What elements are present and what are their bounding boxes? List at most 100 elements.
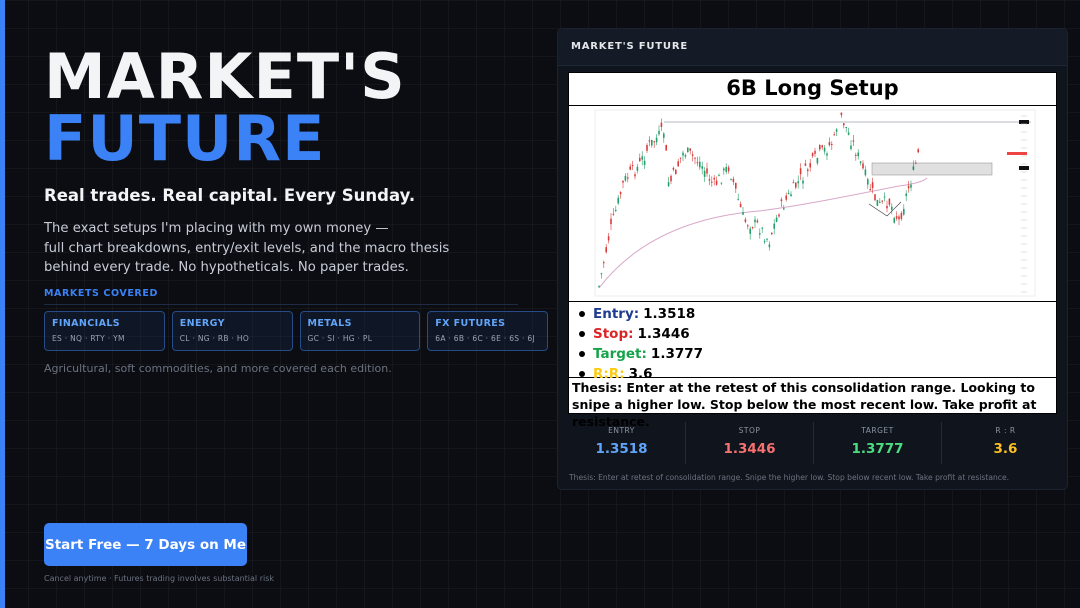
- candle-body: [651, 139, 653, 146]
- candle-body: [852, 140, 855, 142]
- candle-body: [756, 220, 759, 223]
- axis-price-tag: [1007, 152, 1027, 155]
- bullet-icon: [579, 331, 585, 337]
- candle-body: [703, 170, 706, 177]
- start-free-button[interactable]: Start Free — 7 Days on Me: [44, 523, 247, 566]
- setup-preview-panel: MARKET'S FUTURE 6B Long Setup Entry: 1.3…: [557, 28, 1068, 490]
- level-value: 1.3446: [637, 326, 690, 342]
- stat-value: 1.3777: [851, 441, 904, 457]
- more-markets-note: Agricultural, soft commodities, and more…: [44, 361, 392, 375]
- candle-body: [739, 203, 742, 208]
- candle-body: [655, 137, 658, 143]
- candle-body: [761, 227, 763, 229]
- market-card-symbols: 6A · 6B · 6C · 6E · 6S · 6J: [435, 333, 535, 343]
- candle-body: [917, 149, 919, 153]
- candle-body: [749, 228, 751, 234]
- candle-body: [629, 166, 631, 170]
- stat-value: 1.3446: [723, 441, 776, 457]
- candle-body: [826, 153, 828, 156]
- candle-body: [603, 262, 605, 264]
- candle-body: [799, 168, 802, 175]
- hero-tagline: Real trades. Real capital. Every Sunday.: [44, 186, 416, 205]
- candle-body: [814, 150, 816, 154]
- candle-body: [727, 167, 730, 172]
- level-target: Target: 1.3777: [579, 344, 1056, 364]
- candle-body: [847, 132, 850, 135]
- candle-body: [701, 166, 703, 169]
- candle-body: [819, 145, 821, 150]
- market-card-metals: METALS GC · SI · HG · PL: [299, 310, 421, 351]
- description-line: full chart breakdowns, entry/exit levels…: [44, 240, 450, 256]
- candle-body: [732, 178, 735, 182]
- candle-body: [881, 200, 883, 202]
- candle-body: [886, 205, 888, 209]
- level-key: Target:: [593, 346, 647, 362]
- price-chart-svg: [594, 109, 1036, 297]
- candle-body: [821, 145, 823, 148]
- level-value: 1.3777: [650, 346, 704, 362]
- candle-body: [658, 130, 660, 135]
- candle-body: [773, 223, 775, 229]
- hero-title-line2: FUTURE: [44, 102, 326, 175]
- axis-price-tag: [1019, 120, 1029, 124]
- candle-body: [828, 142, 831, 146]
- price-chart: [569, 106, 1056, 302]
- candle-body: [619, 192, 622, 195]
- candle-body: [672, 167, 675, 170]
- candle-body: [831, 143, 833, 145]
- candle-body: [670, 175, 672, 182]
- candle-body: [807, 169, 809, 172]
- bullet-icon: [579, 371, 585, 377]
- candle-body: [790, 194, 792, 197]
- candle-body: [804, 163, 807, 166]
- candle-body: [622, 180, 624, 183]
- candle-body: [737, 199, 739, 201]
- stat-entry: ENTRY 1.3518: [558, 422, 686, 464]
- level-key: Entry:: [593, 306, 640, 322]
- accent-bar: [0, 0, 5, 608]
- market-card-symbols: CL · NG · RB · HO: [179, 333, 250, 343]
- level-entry: Entry: 1.3518: [579, 304, 1056, 324]
- market-card-symbols: GC · SI · HG · PL: [307, 333, 373, 343]
- candle-body: [900, 212, 903, 219]
- candle-body: [713, 177, 715, 180]
- candle-body: [859, 161, 862, 163]
- candle-body: [682, 152, 684, 156]
- description-line: behind every trade. No hypotheticals. No…: [44, 260, 409, 275]
- setup-title: 6B Long Setup: [569, 73, 1056, 106]
- stat-label: STOP: [738, 426, 761, 435]
- panel-thesis-note: Thesis: Enter at retest of consolidation…: [569, 473, 1010, 482]
- description-line: The exact setups I'm placing with my own…: [44, 221, 389, 236]
- candle-body: [660, 122, 663, 127]
- candle-body: [802, 180, 804, 184]
- candle-body: [871, 182, 874, 189]
- candle-body: [720, 182, 723, 184]
- candle-body: [610, 218, 612, 225]
- hero-title-line1: MARKET'S: [44, 40, 406, 113]
- candle-body: [876, 199, 879, 206]
- candle-body: [895, 216, 898, 219]
- candle-body: [778, 214, 780, 217]
- candle-body: [605, 247, 607, 253]
- candle-body: [699, 161, 701, 168]
- candle-body: [600, 273, 603, 275]
- candle-body: [823, 147, 826, 152]
- candle-body: [768, 244, 771, 248]
- candle-body: [855, 154, 857, 156]
- candle-body: [677, 161, 679, 167]
- level-key: Stop:: [593, 326, 634, 342]
- candle-body: [785, 195, 787, 200]
- stat-label: ENTRY: [608, 426, 635, 435]
- candle-body: [725, 167, 727, 172]
- candle-body: [867, 179, 869, 185]
- candle-body: [639, 157, 641, 162]
- candle-body: [783, 208, 785, 210]
- panel-header: MARKET'S FUTURE: [558, 29, 1067, 66]
- candle-body: [665, 145, 667, 151]
- candle-body: [751, 227, 754, 229]
- candle-body: [711, 181, 713, 183]
- candle-body: [903, 208, 905, 215]
- candle-body: [723, 168, 725, 171]
- stat-value: 1.3518: [595, 441, 648, 457]
- candle-body: [780, 199, 783, 202]
